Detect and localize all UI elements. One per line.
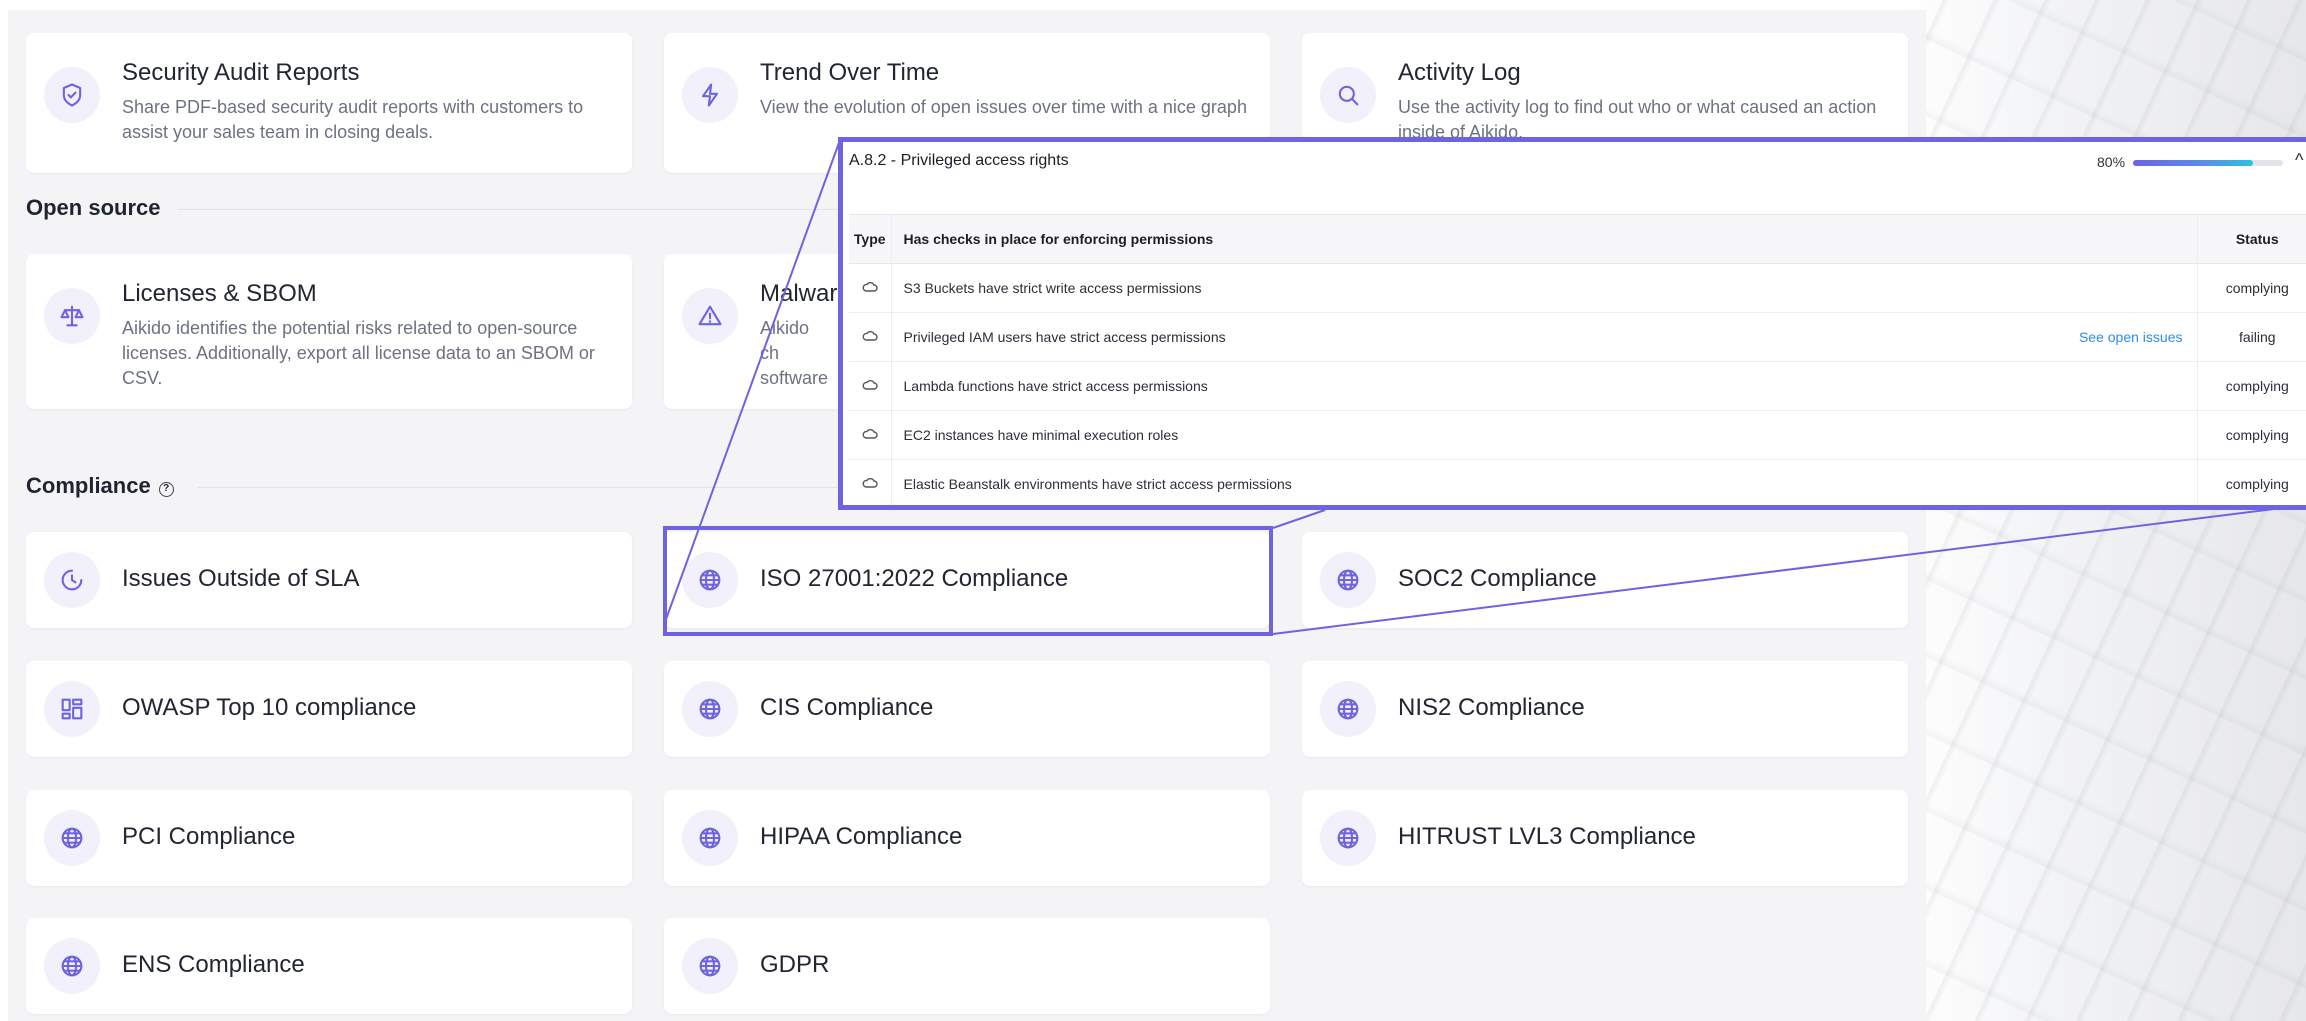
- card-owasp-top-10[interactable]: OWASP Top 10 compliance: [26, 661, 632, 757]
- check-name: Elastic Beanstalk environments have stri…: [891, 459, 1977, 505]
- checks-table: Type Has checks in place for enforcing p…: [849, 214, 2306, 505]
- open-issues-link[interactable]: [1977, 410, 2197, 460]
- open-issues-link[interactable]: See open issues: [1977, 312, 2197, 362]
- card-title: Licenses & SBOM: [122, 280, 317, 307]
- check-name: S3 Buckets have strict write access perm…: [891, 263, 1977, 313]
- table-row[interactable]: S3 Buckets have strict write access perm…: [849, 263, 2306, 313]
- globe-icon: [1320, 552, 1376, 608]
- warning-icon: [682, 288, 738, 344]
- cloud-icon: [849, 361, 892, 411]
- card-title: Malwar: [760, 280, 838, 307]
- card-title: PCI Compliance: [122, 823, 296, 850]
- card-description: View the evolution of open issues over t…: [760, 97, 1247, 117]
- globe-icon: [682, 681, 738, 737]
- cloud-icon: [849, 312, 892, 362]
- check-name: Lambda functions have strict access perm…: [891, 361, 1977, 411]
- shield-check-icon: [44, 67, 100, 123]
- section-title-text: Compliance: [26, 473, 151, 498]
- lightning-icon: [682, 67, 738, 123]
- table-row[interactable]: EC2 instances have minimal execution rol…: [849, 410, 2306, 460]
- card-title: SOC2 Compliance: [1398, 565, 1597, 592]
- progress-fill: [2133, 160, 2253, 166]
- zoom-callout-control-detail: A.8.2 - Privileged access rights 80% ^ T…: [838, 137, 2306, 510]
- section-divider: [198, 487, 838, 488]
- card-nis2[interactable]: NIS2 Compliance: [1302, 661, 1908, 757]
- scale-icon: [44, 288, 100, 344]
- globe-icon: [44, 810, 100, 866]
- card-soc2[interactable]: SOC2 Compliance: [1302, 532, 1908, 628]
- section-title-compliance: Compliance?: [26, 473, 174, 499]
- iso-card-highlight: [663, 526, 1273, 636]
- open-issues-link[interactable]: [1977, 459, 2197, 505]
- open-issues-link[interactable]: [1977, 361, 2197, 411]
- card-title: NIS2 Compliance: [1398, 694, 1585, 721]
- magnifier-icon: [1320, 67, 1376, 123]
- card-title: Issues Outside of SLA: [122, 565, 360, 592]
- section-title-open-source: Open source: [26, 195, 161, 220]
- card-gdpr[interactable]: GDPR: [664, 918, 1270, 1014]
- card-cis[interactable]: CIS Compliance: [664, 661, 1270, 757]
- card-description: Aikido identifies the potential risks re…: [122, 318, 595, 388]
- card-title: Activity Log: [1398, 59, 1521, 86]
- table-row[interactable]: Elastic Beanstalk environments have stri…: [849, 459, 2306, 505]
- card-ens[interactable]: ENS Compliance: [26, 918, 632, 1014]
- help-icon[interactable]: ?: [158, 482, 174, 497]
- status-badge: complying: [2196, 263, 2306, 313]
- table-row[interactable]: Lambda functions have strict access perm…: [849, 361, 2306, 411]
- cloud-icon: [849, 459, 892, 505]
- card-title: GDPR: [760, 951, 830, 978]
- column-header-status: Status: [2196, 214, 2306, 264]
- dashboard-icon: [44, 681, 100, 737]
- card-issues-outside-sla[interactable]: Issues Outside of SLA: [26, 532, 632, 628]
- card-description: Share PDF-based security audit reports w…: [122, 97, 584, 142]
- status-badge: complying: [2196, 459, 2306, 505]
- globe-icon: [44, 938, 100, 994]
- globe-icon: [1320, 810, 1376, 866]
- column-header-check: Has checks in place for enforcing permis…: [891, 214, 2197, 264]
- card-title: HIPAA Compliance: [760, 823, 963, 850]
- check-name: EC2 instances have minimal execution rol…: [891, 410, 1977, 460]
- card-licenses-sbom[interactable]: Licenses & SBOM Aikido identifies the po…: [26, 254, 632, 409]
- status-badge: failing: [2196, 312, 2306, 362]
- globe-icon: [682, 810, 738, 866]
- status-badge: complying: [2196, 361, 2306, 411]
- check-name: Privileged IAM users have strict access …: [891, 312, 1977, 362]
- card-title: CIS Compliance: [760, 694, 934, 721]
- section-divider: [178, 209, 878, 210]
- cloud-icon: [849, 263, 892, 313]
- card-pci[interactable]: PCI Compliance: [26, 790, 632, 886]
- card-hitrust[interactable]: HITRUST LVL3 Compliance: [1302, 790, 1908, 886]
- card-title: Security Audit Reports: [122, 59, 360, 86]
- column-header-type: Type: [849, 214, 892, 264]
- clock-icon: [44, 552, 100, 608]
- table-header-row: Type Has checks in place for enforcing p…: [849, 214, 2306, 264]
- card-title: HITRUST LVL3 Compliance: [1398, 823, 1696, 850]
- table-row[interactable]: Privileged IAM users have strict access …: [849, 312, 2306, 362]
- card-title: ENS Compliance: [122, 951, 305, 978]
- collapse-chevron-icon[interactable]: ^: [2295, 150, 2303, 171]
- progress-percent: 80%: [2097, 154, 2126, 170]
- card-security-audit-reports[interactable]: Security Audit Reports Share PDF-based s…: [26, 33, 632, 173]
- card-title: Trend Over Time: [760, 59, 940, 86]
- cloud-icon: [849, 410, 892, 460]
- card-hipaa[interactable]: HIPAA Compliance: [664, 790, 1270, 886]
- status-badge: complying: [2196, 410, 2306, 460]
- open-issues-link[interactable]: [1977, 263, 2197, 313]
- card-description: Aikido ch software: [760, 318, 829, 388]
- globe-icon: [1320, 681, 1376, 737]
- control-title[interactable]: A.8.2 - Privileged access rights: [849, 152, 1069, 170]
- card-title: OWASP Top 10 compliance: [122, 694, 417, 721]
- progress-bar: [2133, 160, 2283, 166]
- globe-icon: [682, 938, 738, 994]
